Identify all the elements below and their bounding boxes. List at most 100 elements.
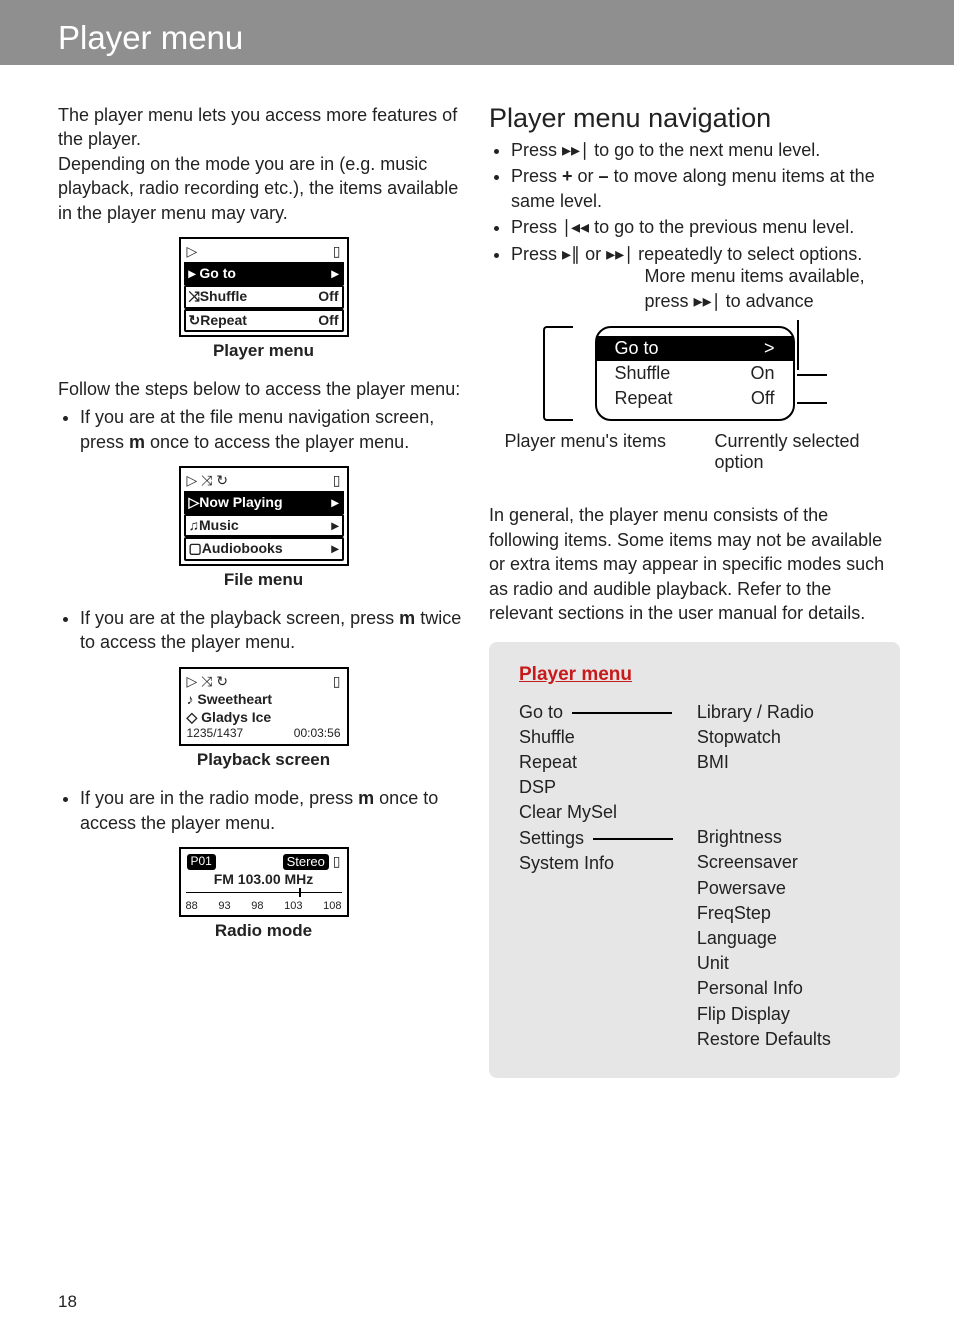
radio-tick: 93	[218, 900, 230, 912]
radio-preset: P01	[187, 854, 216, 870]
nav-bullet-3: Press ∣◂◂ to go to the previous menu lev…	[511, 215, 900, 239]
device-caption-playback: Playback screen	[58, 750, 469, 770]
panel-subitem: Flip Display	[697, 1002, 870, 1027]
title-bar: Player menu	[0, 0, 954, 65]
playpause-icon: ▸∥	[562, 242, 580, 266]
radio-tick: 88	[186, 900, 198, 912]
panel-title: Player menu	[519, 664, 870, 686]
nav-bullet-1: Press ▸▸∣ to go to the next menu level.	[511, 138, 900, 162]
fwd-icon: ▸▸∣	[562, 138, 589, 162]
headphones-icon: ♫	[189, 518, 200, 533]
diagram-connector	[797, 374, 827, 376]
diagram-label-right: Currently selected option	[715, 431, 885, 473]
nav-bullet-2: Press + or – to move along menu items at…	[511, 164, 900, 213]
m-key: m	[358, 788, 374, 808]
m-key: m	[129, 432, 145, 452]
play-icon: ▷	[187, 244, 198, 259]
diagram-hint-top: More menu items available, press ▸▸∣ to …	[645, 264, 895, 313]
device-caption-file-menu: File menu	[58, 570, 469, 590]
device-screen-file-menu: ▷ ⤨ ↻ ▯ ▷Now Playing ▸ ♫Music ▸ ▢Audiobo…	[179, 466, 349, 566]
page-title: Player menu	[58, 19, 243, 57]
right-column: Player menu navigation Press ▸▸∣ to go t…	[489, 103, 900, 1078]
panel-item: System Info	[519, 851, 679, 876]
general-paragraph: In general, the player menu consists of …	[489, 503, 900, 625]
diagram-item-value: Off	[751, 388, 775, 409]
connector-line	[572, 712, 672, 714]
radio-tick: 98	[251, 900, 263, 912]
battery-icon: ▯	[333, 674, 341, 689]
panel-subitem: Language	[697, 926, 870, 951]
radio-tick: 103	[284, 900, 302, 912]
chevron-icon: ▸	[331, 518, 338, 533]
note-icon: ♪	[187, 692, 194, 707]
menu-item-label: Shuffle	[200, 288, 247, 304]
play-icon: ▷	[189, 495, 200, 510]
diagram-item-label: Repeat	[615, 388, 673, 409]
step-3: If you are in the radio mode, press m on…	[80, 786, 469, 835]
diagram-label-left: Player menu's items	[505, 431, 667, 473]
nav-heading: Player menu navigation	[489, 103, 900, 134]
panel-item-goto: Go to	[519, 700, 679, 725]
rew-icon: ∣◂◂	[562, 215, 589, 239]
page-number: 18	[58, 1292, 77, 1312]
menu-item-label: Repeat	[200, 312, 247, 328]
fwd-icon: ▸▸∣	[606, 242, 633, 266]
shuffle-icon: ⤨	[201, 674, 212, 689]
step-1: If you are at the file menu navigation s…	[80, 405, 469, 454]
panel-subitem: Personal Info	[697, 976, 870, 1001]
device-screen-player-menu: ▷ ▯ ▸ Go to ▸ ⤨Shuffle Off ↻Repeat Off	[179, 237, 349, 337]
diagram-item-value: On	[750, 363, 774, 384]
m-key: m	[399, 608, 415, 628]
panel-item: Shuffle	[519, 725, 679, 750]
track-counter: 1235/1437	[187, 727, 244, 740]
panel-subitem: Stopwatch	[697, 725, 870, 750]
fwd-icon: ▸▸∣	[694, 289, 721, 313]
radio-tick: 108	[323, 900, 341, 912]
left-column: The player menu lets you access more fea…	[58, 103, 469, 1078]
intro-paragraph-2: Depending on the mode you are in (e.g. m…	[58, 152, 469, 225]
panel-item: Repeat	[519, 750, 679, 775]
panel-subitem: Brightness	[697, 825, 870, 850]
repeat-icon: ↻	[216, 674, 228, 689]
panel-item-settings: Settings	[519, 826, 679, 851]
chevron-icon: ▸	[331, 541, 338, 556]
device-caption-radio: Radio mode	[58, 921, 469, 941]
panel-item: DSP	[519, 775, 679, 800]
radio-stereo-badge: Stereo	[283, 854, 329, 870]
menu-item-label: Go to	[199, 265, 236, 281]
repeat-icon: ↻	[216, 473, 228, 488]
diagram-item-value: >	[764, 338, 775, 359]
minus-key: –	[599, 166, 609, 186]
chevron-icon: ▸	[331, 495, 338, 510]
track-title: Sweetheart	[197, 691, 272, 707]
menu-item-value: Off	[318, 313, 338, 328]
chevron-icon: ▸	[189, 266, 196, 281]
radio-dial-marker	[299, 888, 301, 897]
play-icon: ▷	[187, 473, 198, 488]
device-screen-playback: ▷ ⤨ ↻ ▯ ♪ Sweetheart ◇ Gladys Ice 1235/1…	[179, 667, 349, 746]
battery-icon: ▯	[333, 854, 341, 869]
radio-frequency: FM 103.00 MHz	[184, 872, 344, 887]
panel-subitem: Screensaver	[697, 850, 870, 875]
shuffle-icon: ⤨	[189, 289, 200, 304]
menu-item-value: Off	[318, 289, 338, 304]
diagram-item-label: Go to	[615, 338, 659, 359]
menu-item-label: Now Playing	[199, 494, 282, 510]
panel-subitem: Restore Defaults	[697, 1027, 870, 1052]
device-screen-radio: P01 Stereo ▯ FM 103.00 MHz 88 93 98 103 …	[179, 847, 349, 917]
device-caption-player-menu: Player menu	[58, 341, 469, 361]
artist-icon: ◇	[187, 710, 198, 725]
shuffle-icon: ⤨	[201, 473, 212, 488]
panel-subitem: FreqStep	[697, 901, 870, 926]
panel-subitem: Powersave	[697, 876, 870, 901]
connector-line	[593, 838, 673, 840]
track-time: 00:03:56	[294, 727, 341, 740]
chevron-icon: ▸	[331, 266, 338, 281]
diagram-item-label: Shuffle	[615, 363, 671, 384]
diagram-bracket	[543, 326, 573, 421]
panel-subitem: BMI	[697, 750, 870, 775]
nav-bullet-4: Press ▸∥ or ▸▸∣ repeatedly to select opt…	[511, 242, 900, 266]
follow-text: Follow the steps below to access the pla…	[58, 377, 469, 401]
diagram-connector	[797, 402, 827, 404]
battery-icon: ▯	[333, 473, 341, 488]
